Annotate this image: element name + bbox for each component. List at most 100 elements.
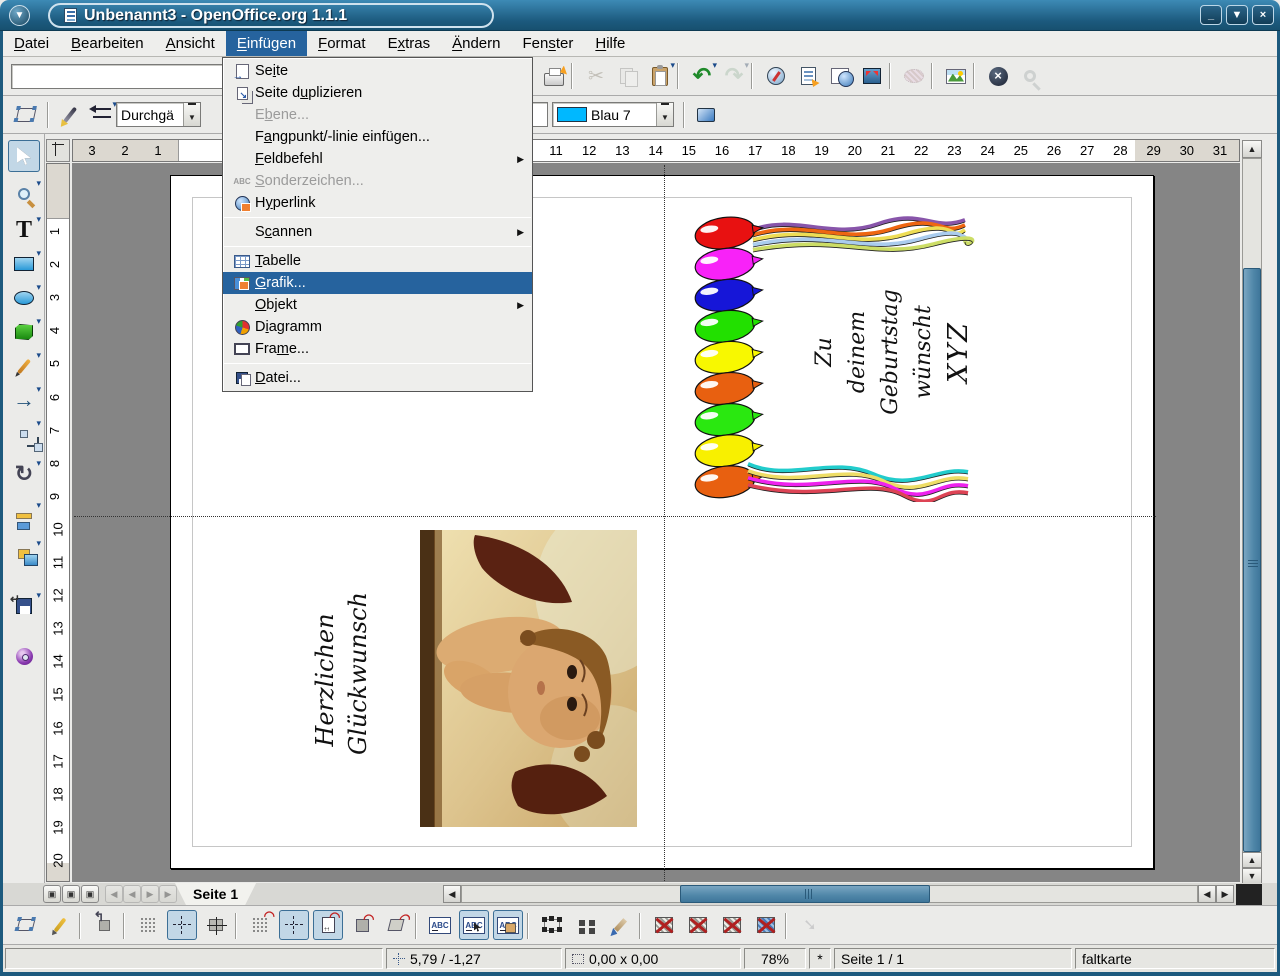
paste-button[interactable]: ▾ <box>645 60 675 91</box>
text-placeholder-button[interactable] <box>717 910 747 940</box>
layer-mode-master-button[interactable]: ▣ <box>62 885 80 903</box>
status-zoom-field[interactable]: 78% <box>744 948 806 969</box>
line-color-combo[interactable]: Blau 7 ▼ <box>552 102 674 127</box>
menubar-item-format[interactable]: Format <box>307 31 377 56</box>
dropdown-arrow-icon[interactable]: ▾ <box>36 350 41 361</box>
rotate-tool[interactable]: ▾ <box>8 458 41 490</box>
edit-points-button[interactable] <box>11 100 41 130</box>
vertical-ruler[interactable]: 1 2 3 4 5 6 7 8 9 10 11 12 13 14 15 16 17 18 19 20 <box>46 163 70 882</box>
zoom-tool[interactable]: ▾ <box>8 178 41 210</box>
menubar-item-extras[interactable]: Ex tras <box>377 31 442 56</box>
dropdown-arrow-icon[interactable]: ▾ <box>36 590 41 601</box>
dropdown-arrow-icon[interactable]: ▾ <box>712 60 717 71</box>
gallery-button[interactable] <box>825 61 855 91</box>
cut-button[interactable] <box>581 61 611 91</box>
dropdown-arrow-icon[interactable]: ▾ <box>36 214 41 225</box>
greeting-text-top[interactable]: Zu deinem Geburtstag wünscht XYZ <box>808 277 978 427</box>
copy-button[interactable] <box>613 61 643 91</box>
dropdown-arrow-icon[interactable]: ▾ <box>36 418 41 429</box>
object3d-tool[interactable]: ▾ <box>8 316 41 348</box>
scroll-left-button[interactable]: ◀ <box>443 885 461 903</box>
nav-prev-button[interactable]: ◀ <box>123 885 141 903</box>
cherub-image[interactable] <box>420 530 637 827</box>
menu-item-hyperlink[interactable]: Hyperlink <box>223 192 532 214</box>
arrange-tool[interactable]: ▾ <box>8 538 41 570</box>
area-style-button[interactable] <box>691 100 721 130</box>
line-style-dropdown[interactable]: ▼ <box>183 103 200 126</box>
simple-handles-button[interactable] <box>571 910 601 940</box>
dropdown-arrow-icon[interactable]: ▾ <box>36 458 41 469</box>
menubar-item-einfügen[interactable]: Einfügen <box>225 31 308 56</box>
arrow-style-button[interactable]: ▾ <box>87 99 117 130</box>
dropdown-arrow-icon[interactable]: ▾ <box>36 316 41 327</box>
vertical-scroll-thumb[interactable] <box>1243 268 1261 852</box>
menu-item-feldbefehl[interactable]: Feldbefehl ▶ <box>223 148 532 170</box>
ellipse-tool[interactable]: ▾ <box>8 282 41 314</box>
line-tool[interactable]: ▾ <box>8 384 41 416</box>
nav-last-button[interactable]: ▶ <box>159 885 177 903</box>
menu-item-scannen[interactable]: Scannen ▶ <box>223 221 532 243</box>
menu-item-diagramm[interactable]: Diagramm <box>223 316 532 338</box>
scroll-up-button[interactable]: ▲ <box>1242 140 1262 158</box>
modify-object-with-attributes-button[interactable] <box>537 910 567 940</box>
dropdown-arrow-icon[interactable]: ▾ <box>36 384 41 395</box>
show-guides-button[interactable] <box>167 910 197 940</box>
glue-points-button[interactable] <box>55 100 85 130</box>
horizontal-scroll-thumb[interactable] <box>680 885 930 903</box>
stylist-button[interactable] <box>793 61 823 91</box>
rotation-mode-button[interactable] <box>89 909 119 940</box>
nav-first-button[interactable]: ◀ <box>105 885 123 903</box>
snap-to-object-points-button[interactable] <box>381 910 411 940</box>
double-click-to-edit-text-button[interactable]: ABC <box>493 910 523 940</box>
fullscreen-button[interactable] <box>857 61 887 91</box>
curve-tool[interactable]: ▾ <box>8 350 41 382</box>
insert-tool[interactable]: ▾ <box>8 590 41 622</box>
menubar-item-ändern[interactable]: Ändern <box>441 31 511 56</box>
alignment-tool[interactable]: ▾ <box>8 500 41 532</box>
snap-to-object-border-button[interactable] <box>347 910 377 940</box>
nav-next-button[interactable]: ▶ <box>141 885 159 903</box>
select-tool[interactable] <box>8 140 40 172</box>
dropdown-arrow-icon[interactable]: ▾ <box>744 60 749 71</box>
scroll-right-button[interactable]: ▶ <box>1216 885 1234 903</box>
menubar-item-hilfe[interactable]: Hilfe <box>584 31 636 56</box>
images-button[interactable] <box>941 61 971 91</box>
menu-item-fangpunkt-linie-einfügen[interactable]: Fangpunkt/-linie einfügen... <box>223 126 532 148</box>
line-style-combo[interactable]: Durchgä ▼ <box>116 102 201 127</box>
dropdown-arrow-icon[interactable]: ▾ <box>36 500 41 511</box>
minimize-button[interactable]: _ <box>1200 5 1222 25</box>
text-tool[interactable]: T ▾ <box>8 214 41 246</box>
url-combo[interactable] <box>11 64 227 89</box>
exit-all-groups-button[interactable] <box>795 910 825 940</box>
menubar-item-bearbeiten[interactable]: Bearbeiten <box>60 31 155 56</box>
quick-edit-button[interactable]: ABC <box>425 910 455 940</box>
menu-item-tabelle[interactable]: Tabelle <box>223 250 532 272</box>
redo-button[interactable]: ▾ <box>719 60 749 91</box>
undo-button[interactable]: ▾ <box>687 60 717 91</box>
print-button[interactable] <box>539 61 569 91</box>
glue-points-button[interactable] <box>45 910 75 940</box>
dropdown-arrow-icon[interactable]: ▾ <box>670 60 675 71</box>
snap-to-guides-button[interactable] <box>279 910 309 940</box>
greeting-text-bottom[interactable]: Herzlichen Glückwunsch <box>309 592 375 755</box>
draft-oval-button[interactable] <box>899 61 929 91</box>
window-menu-button[interactable]: ▼ <box>9 5 30 26</box>
scroll-left-button-2[interactable]: ◀ <box>1198 885 1216 903</box>
navigator-button[interactable] <box>761 61 791 91</box>
dropdown-arrow-icon[interactable]: ▾ <box>36 538 41 549</box>
layer-mode-layer-button[interactable]: ▣ <box>81 885 99 903</box>
scroll-down-button[interactable]: ▼ <box>1242 868 1262 884</box>
show-grid-button[interactable] <box>133 910 163 940</box>
menu-item-objekt[interactable]: Objekt ▶ <box>223 294 532 316</box>
menu-item-ebene[interactable]: Ebene... <box>223 104 532 126</box>
page-tab[interactable]: Seite 1 <box>175 883 256 905</box>
dropdown-arrow-icon[interactable]: ▾ <box>36 178 41 189</box>
snap-to-page-margins-button[interactable] <box>313 909 343 940</box>
dropdown-arrow-icon[interactable]: ▾ <box>36 282 41 293</box>
menubar-item-fenster[interactable]: Fen s ter <box>511 31 584 56</box>
select-text-area-only-button[interactable]: ABC <box>459 910 489 940</box>
connector-tool[interactable]: ▾ <box>8 418 43 452</box>
edit-points-button[interactable] <box>11 910 41 940</box>
close-button[interactable]: × <box>1252 5 1274 25</box>
guides-to-front-button[interactable] <box>201 910 231 940</box>
